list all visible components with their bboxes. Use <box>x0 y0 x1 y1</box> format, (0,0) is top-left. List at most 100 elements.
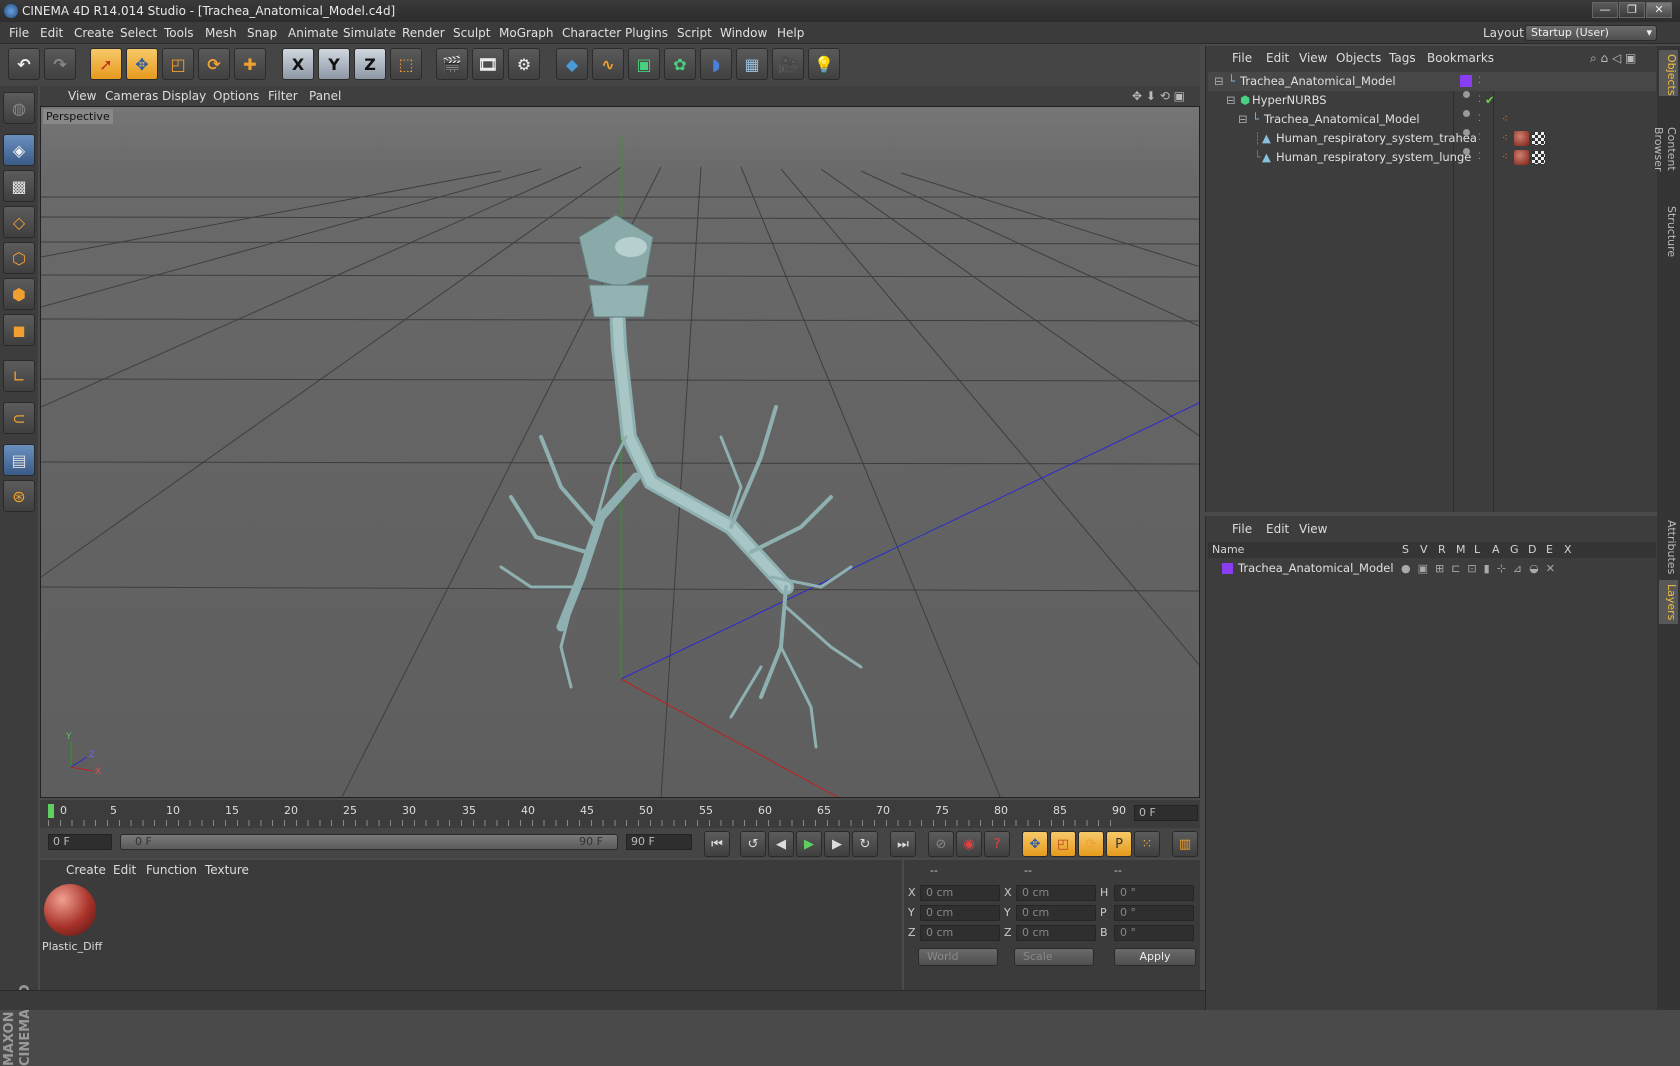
menu-character[interactable]: Character <box>562 22 621 44</box>
record-keys-icon[interactable]: ⊘ <box>928 831 954 857</box>
editor-visibility-dot[interactable] <box>1463 91 1470 98</box>
key-pla-icon[interactable]: ⁙ <box>1134 831 1160 857</box>
column-locked[interactable]: L <box>1474 542 1480 558</box>
x-axis-lock-button[interactable]: X <box>282 48 314 80</box>
texture-tag-icon[interactable] <box>1532 151 1545 164</box>
visibility-dots[interactable]: ⁚ <box>1478 148 1481 167</box>
menu-snap[interactable]: Snap <box>247 22 277 44</box>
cloner-icon[interactable]: ✿ <box>664 48 696 80</box>
grid-snap-icon[interactable]: ⊛ <box>3 480 35 512</box>
menu-edit[interactable]: Edit <box>40 22 63 44</box>
end-frame-field[interactable]: 90 F <box>626 834 692 850</box>
tab-structure[interactable]: Structure <box>1659 202 1678 258</box>
workplane-lock-icon[interactable]: ▤ <box>3 444 35 476</box>
object-menu-bookmarks[interactable]: Bookmarks <box>1427 46 1494 70</box>
coordinate-system-icon[interactable]: ⬚ <box>390 48 422 80</box>
play-button[interactable]: ▶ <box>796 831 822 857</box>
editor-visibility-dot[interactable] <box>1463 110 1470 117</box>
menu-file[interactable]: File <box>9 22 29 44</box>
object-row[interactable]: ⊟ ⬢ HyperNURBS ⁚ ✔ <box>1208 91 1656 110</box>
tree-collapse-icon[interactable]: ⊟ <box>1226 91 1236 110</box>
visibility-dots[interactable]: ⁚ <box>1478 110 1481 129</box>
points-mode-icon[interactable]: ⬡ <box>3 242 35 274</box>
camera-icon[interactable]: 🎥 <box>772 48 804 80</box>
layer-menu-file[interactable]: File <box>1232 516 1252 542</box>
next-key-button[interactable]: ↻ <box>852 831 878 857</box>
object-menu-file[interactable]: File <box>1232 46 1252 70</box>
rotation-h-field[interactable]: 0 ° <box>1114 885 1194 901</box>
phong-tag-icon[interactable]: ⁖ <box>1502 148 1508 167</box>
edges-mode-icon[interactable]: ⬢ <box>3 278 35 310</box>
workplane-mode-icon[interactable]: ◇ <box>3 206 35 238</box>
material-menu-create[interactable]: Create <box>66 860 106 880</box>
enabled-check-icon[interactable]: ✔ <box>1485 91 1495 110</box>
position-x-field[interactable]: 0 cm <box>920 885 1000 901</box>
playhead-marker[interactable] <box>48 804 54 818</box>
spline-pen-icon[interactable]: ∿ <box>592 48 624 80</box>
column-deformers[interactable]: D <box>1528 542 1536 558</box>
material-tag-icon[interactable] <box>1514 150 1529 165</box>
column-animation[interactable]: A <box>1492 542 1500 558</box>
size-mode-select[interactable]: Scale <box>1014 948 1094 966</box>
menu-animate[interactable]: Animate <box>288 22 338 44</box>
column-generators[interactable]: G <box>1510 542 1519 558</box>
perspective-viewport[interactable]: Y X Z Perspective <box>40 106 1200 798</box>
layer-color-chip[interactable] <box>1460 75 1472 87</box>
menu-mograph[interactable]: MoGraph <box>499 22 554 44</box>
layer-row[interactable]: Trachea_Anatomical_Model ●▣⊞⊏⊡▮⊹⊿◒✕ <box>1208 559 1656 578</box>
menu-script[interactable]: Script <box>677 22 712 44</box>
model-mode-icon[interactable]: ◈ <box>3 134 35 166</box>
object-menu-tags[interactable]: Tags <box>1389 46 1416 70</box>
texture-mode-icon[interactable]: ▩ <box>3 170 35 202</box>
close-window-button[interactable]: ✕ <box>1646 2 1672 18</box>
coordinate-mode-select[interactable]: World <box>918 948 998 966</box>
object-row[interactable]: ┊ ▲ Human_respiratory_system_trahea ⁚ ⁖ <box>1208 129 1656 148</box>
rotation-p-field[interactable]: 0 ° <box>1114 905 1194 921</box>
position-y-field[interactable]: 0 cm <box>920 905 1000 921</box>
viewport-menu-options[interactable]: Options <box>213 86 259 106</box>
editor-visibility-dot[interactable] <box>1463 129 1470 136</box>
frame-range-slider[interactable]: 0 F 90 F <box>120 834 618 850</box>
column-render[interactable]: R <box>1438 542 1446 558</box>
key-position-icon[interactable]: ✥ <box>1022 831 1048 857</box>
size-z-field[interactable]: 0 cm <box>1016 925 1096 941</box>
floor-scene-icon[interactable]: ▦ <box>736 48 768 80</box>
material-menu-edit[interactable]: Edit <box>113 860 136 880</box>
viewport-menu-view[interactable]: View <box>68 86 96 106</box>
rotation-b-field[interactable]: 0 ° <box>1114 925 1194 941</box>
material-menu-function[interactable]: Function <box>146 860 197 880</box>
menu-mesh[interactable]: Mesh <box>205 22 237 44</box>
deformer-icon[interactable]: ◗ <box>700 48 732 80</box>
tab-layers[interactable]: Layers <box>1659 580 1678 624</box>
next-frame-button[interactable]: ▶ <box>824 831 850 857</box>
viewport-menu-filter[interactable]: Filter <box>268 86 298 106</box>
visibility-dots[interactable]: ⁚ <box>1478 91 1481 110</box>
column-solo[interactable]: S <box>1402 542 1409 558</box>
menu-window[interactable]: Window <box>720 22 767 44</box>
auto-keying-icon[interactable]: ◉ <box>956 831 982 857</box>
start-frame-field[interactable]: 0 F <box>48 834 112 850</box>
viewport-menu-display[interactable]: Display <box>162 86 206 106</box>
material-tag-icon[interactable] <box>1514 131 1529 146</box>
tree-collapse-icon[interactable]: ⊟ <box>1214 72 1224 91</box>
snap-magnet-icon[interactable]: ⊂ <box>3 402 35 434</box>
object-menu-objects[interactable]: Objects <box>1336 46 1381 70</box>
material-menu-texture[interactable]: Texture <box>205 860 249 880</box>
object-menu-edit[interactable]: Edit <box>1266 46 1289 70</box>
z-axis-lock-button[interactable]: Z <box>354 48 386 80</box>
menu-tools[interactable]: Tools <box>164 22 194 44</box>
menu-plugins[interactable]: Plugins <box>625 22 668 44</box>
menu-sculpt[interactable]: Sculpt <box>453 22 490 44</box>
previous-frame-button[interactable]: ◀ <box>768 831 794 857</box>
layer-toggle-icons[interactable]: ●▣⊞⊏⊡▮⊹⊿◒✕ <box>1401 559 1562 578</box>
scale-tool-icon[interactable]: ◰ <box>162 48 194 80</box>
previous-key-button[interactable]: ↺ <box>740 831 766 857</box>
apply-button[interactable]: Apply <box>1114 948 1196 966</box>
minimize-button[interactable]: — <box>1592 2 1618 18</box>
visibility-dots[interactable]: ⁚ <box>1478 129 1481 148</box>
object-row[interactable]: └ ▲ Human_respiratory_system_lunge ⁚ ⁖ <box>1208 148 1656 167</box>
layer-menu-edit[interactable]: Edit <box>1266 516 1289 542</box>
column-expressions[interactable]: E <box>1546 542 1553 558</box>
nurbs-generator-icon[interactable]: ▣ <box>628 48 660 80</box>
column-view[interactable]: V <box>1420 542 1428 558</box>
